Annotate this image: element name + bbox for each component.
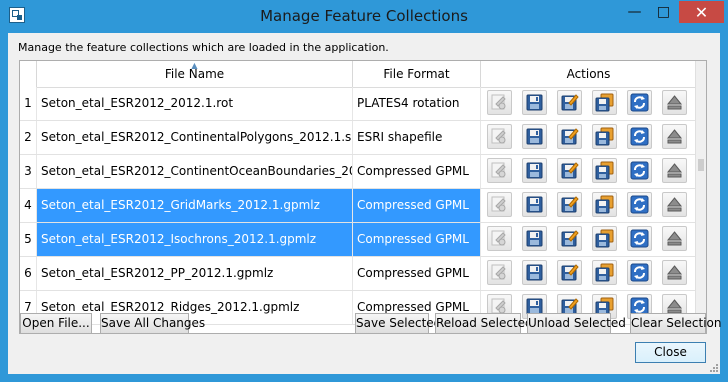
- reload-button[interactable]: [627, 124, 652, 149]
- description-text: Manage the feature collections which are…: [18, 41, 389, 54]
- row-number: 1: [20, 87, 36, 120]
- header-file-name[interactable]: ▲ File Name: [36, 61, 352, 87]
- save-as-button[interactable]: [557, 192, 582, 217]
- file-format-cell[interactable]: Compressed GPML: [352, 257, 480, 290]
- save-copy-button[interactable]: [592, 158, 617, 183]
- file-format-cell[interactable]: ESRI shapefile: [352, 121, 480, 154]
- file-name-cell[interactable]: Seton_etal_ESR2012_GridMarks_2012.1.gpml…: [36, 189, 352, 222]
- save-selected-button[interactable]: Save Selected: [355, 313, 441, 334]
- save-as-button[interactable]: [557, 90, 582, 115]
- save-copy-button[interactable]: [592, 124, 617, 149]
- close-window-button[interactable]: ✕: [679, 1, 724, 23]
- file-name-cell[interactable]: Seton_etal_ESR2012_2012.1.rot: [36, 87, 352, 120]
- save-button[interactable]: [522, 158, 547, 183]
- save-copy-button[interactable]: [592, 90, 617, 115]
- scrollbar-thumb[interactable]: [698, 159, 704, 171]
- manage-feature-collections-window: Manage Feature Collections — □ ✕ Manage …: [0, 0, 728, 382]
- save-as-button[interactable]: [557, 158, 582, 183]
- file-format-cell[interactable]: Compressed GPML: [352, 155, 480, 188]
- file-format-cell[interactable]: PLATES4 rotation: [352, 87, 480, 120]
- edit-configuration-button[interactable]: [487, 158, 512, 183]
- header-actions[interactable]: Actions: [480, 61, 696, 87]
- reload-button[interactable]: [627, 158, 652, 183]
- row-number: 5: [20, 223, 36, 256]
- actions-cell: [480, 257, 696, 290]
- unload-button[interactable]: [662, 124, 687, 149]
- file-format-cell[interactable]: Compressed GPML: [352, 189, 480, 222]
- edit-configuration-button[interactable]: [487, 260, 512, 285]
- file-format-cell[interactable]: Compressed GPML: [352, 223, 480, 256]
- vertical-scrollbar[interactable]: [695, 61, 706, 333]
- edit-configuration-button[interactable]: [487, 90, 512, 115]
- actions-cell: [480, 87, 696, 120]
- feature-collections-table: ▲ File Name File Format Actions 1 Seton_e…: [19, 60, 707, 334]
- edit-configuration-button[interactable]: [487, 192, 512, 217]
- dialog-body: Manage the feature collections which are…: [8, 33, 722, 374]
- save-button[interactable]: [522, 124, 547, 149]
- close-button[interactable]: Close: [635, 342, 706, 363]
- save-button[interactable]: [522, 260, 547, 285]
- table-row[interactable]: 6 Seton_etal_ESR2012_PP_2012.1.gpmlz Compr…: [20, 257, 696, 291]
- save-button[interactable]: [522, 226, 547, 251]
- window-title: Manage Feature Collections: [260, 7, 468, 25]
- save-as-button[interactable]: [557, 226, 582, 251]
- row-number: 6: [20, 257, 36, 290]
- save-copy-button[interactable]: [592, 260, 617, 285]
- reload-selected-button[interactable]: Reload Selected: [435, 313, 533, 334]
- save-copy-button[interactable]: [592, 226, 617, 251]
- save-button[interactable]: [522, 192, 547, 217]
- reload-button[interactable]: [627, 192, 652, 217]
- unload-button[interactable]: [662, 90, 687, 115]
- row-number: 2: [20, 121, 36, 154]
- actions-cell: [480, 121, 696, 154]
- table-row[interactable]: 4 Seton_etal_ESR2012_GridMarks_2012.1.gpm…: [20, 189, 696, 223]
- table-row[interactable]: 2 Seton_etal_ESR2012_ContinentalPolygons_…: [20, 121, 696, 155]
- save-as-button[interactable]: [557, 260, 582, 285]
- actions-cell: [480, 189, 696, 222]
- edit-configuration-button[interactable]: [487, 124, 512, 149]
- unload-button[interactable]: [662, 158, 687, 183]
- header-row-number: [20, 61, 36, 87]
- reload-button[interactable]: [627, 90, 652, 115]
- sort-indicator-icon: ▲: [191, 61, 198, 70]
- save-button[interactable]: [522, 90, 547, 115]
- save-as-button[interactable]: [557, 124, 582, 149]
- file-name-cell[interactable]: Seton_etal_ESR2012_Isochrons_2012.1.gpml…: [36, 223, 352, 256]
- maximize-button[interactable]: □: [650, 1, 677, 23]
- open-file-button[interactable]: Open File...: [20, 313, 92, 334]
- actions-cell: [480, 223, 696, 256]
- title-bar[interactable]: Manage Feature Collections — □ ✕: [0, 0, 728, 33]
- save-copy-button[interactable]: [592, 192, 617, 217]
- unload-button[interactable]: [662, 226, 687, 251]
- file-name-cell[interactable]: Seton_etal_ESR2012_ContinentOceanBoundar…: [36, 155, 352, 188]
- unload-selected-button[interactable]: Unload Selected: [527, 313, 626, 334]
- header-file-format[interactable]: File Format: [352, 61, 480, 87]
- save-all-changes-button[interactable]: Save All Changes: [100, 313, 205, 334]
- edit-configuration-button[interactable]: [487, 226, 512, 251]
- reload-button[interactable]: [627, 226, 652, 251]
- resize-grip-icon[interactable]: [708, 362, 718, 372]
- reload-button[interactable]: [627, 260, 652, 285]
- file-name-cell[interactable]: Seton_etal_ESR2012_PP_2012.1.gpmlz: [36, 257, 352, 290]
- minimize-button[interactable]: —: [621, 1, 648, 23]
- actions-cell: [480, 155, 696, 188]
- file-name-cell[interactable]: Seton_etal_ESR2012_ContinentalPolygons_2…: [36, 121, 352, 154]
- table-row[interactable]: 5 Seton_etal_ESR2012_Isochrons_2012.1.gpm…: [20, 223, 696, 257]
- unload-button[interactable]: [662, 192, 687, 217]
- unload-button[interactable]: [662, 260, 687, 285]
- table-header: ▲ File Name File Format Actions: [20, 61, 696, 88]
- row-number: 3: [20, 155, 36, 188]
- row-number: 4: [20, 189, 36, 222]
- table-row[interactable]: 1 Seton_etal_ESR2012_2012.1.rot PLATES4 ro…: [20, 87, 696, 121]
- table-row[interactable]: 3 Seton_etal_ESR2012_ContinentOceanBounda…: [20, 155, 696, 189]
- clear-selection-button[interactable]: Clear Selection: [630, 313, 722, 334]
